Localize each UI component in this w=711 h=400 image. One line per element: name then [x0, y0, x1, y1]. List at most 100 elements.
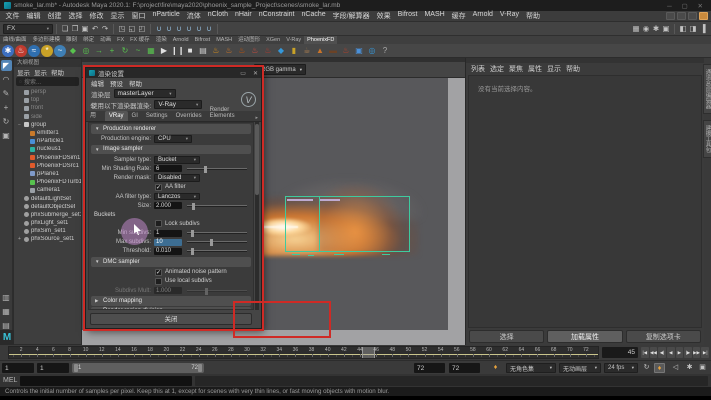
playback-options-icon[interactable]: ▣: [697, 363, 708, 373]
shelf-tab-渲染[interactable]: 渲染: [153, 36, 170, 44]
menu-item[interactable]: 选择: [65, 11, 86, 21]
slider-handle[interactable]: [191, 248, 194, 255]
playback-button-7[interactable]: ▶|: [701, 347, 709, 358]
loop-toggle-icon[interactable]: ↻: [641, 363, 652, 373]
renderer-dropdown[interactable]: V-Ray▾: [154, 100, 202, 109]
slider-handle[interactable]: [191, 230, 194, 237]
status-icon[interactable]: ◧: [678, 23, 688, 35]
cycle-icon[interactable]: ↻: [119, 45, 131, 57]
shelf-tab-绑定[interactable]: 绑定: [80, 36, 97, 44]
menu-item[interactable]: Arnold: [469, 11, 496, 21]
shelf-tab-多边形建模[interactable]: 多边形建模: [30, 36, 64, 44]
outliner-item-defaultObjectSet[interactable]: defaultObjectSet: [14, 203, 81, 211]
range-slider[interactable]: 1 72: [72, 363, 204, 373]
dropdown[interactable]: Lanczos▾: [154, 193, 200, 201]
ae-menu-聚焦[interactable]: 聚焦: [509, 64, 523, 74]
play-icon[interactable]: ▶: [158, 45, 170, 57]
dialog-scrollbar[interactable]: [255, 122, 259, 310]
nparticle-icon[interactable]: ✱: [2, 45, 14, 57]
section-header-DMC sampler[interactable]: ▼DMC sampler: [91, 257, 251, 267]
sound-toggle-icon[interactable]: ◁: [670, 363, 681, 373]
shelf-tab-XGen[interactable]: XGen: [263, 36, 283, 44]
phoenix-liquid-icon[interactable]: ◆: [275, 45, 287, 57]
menu-item[interactable]: nConstraint: [255, 11, 298, 21]
checkbox[interactable]: ✓: [155, 184, 162, 191]
section-header-Image sampler[interactable]: ▼Image sampler: [91, 145, 251, 155]
fire-preset-icon[interactable]: ♨: [15, 45, 27, 57]
menu-item[interactable]: 缓存: [448, 11, 469, 21]
phoenix-splash-icon[interactable]: ▲: [314, 45, 326, 57]
status-icon[interactable]: ↶: [90, 23, 100, 35]
time-ruler[interactable]: 2468101214161820222426283032343638404244…: [8, 346, 599, 359]
checkbox[interactable]: ✓: [155, 269, 162, 276]
slider-handle[interactable]: [192, 203, 195, 210]
playback-button-2[interactable]: ◀|: [658, 347, 666, 358]
status-icon[interactable]: ▣: [80, 23, 90, 35]
side-tab-建模工具包[interactable]: 建模工具包: [703, 120, 711, 158]
status-icon[interactable]: ∪: [194, 23, 204, 35]
dialog-tab-公用[interactable]: 公用: [86, 99, 105, 121]
outliner-item-front[interactable]: front: [14, 104, 81, 112]
phoenix-help-icon[interactable]: ?: [379, 45, 391, 57]
outliner-item-group[interactable]: −group: [14, 121, 81, 129]
close-button[interactable]: 关闭: [90, 313, 252, 325]
select-tool[interactable]: ◤: [1, 60, 12, 71]
window-controls[interactable]: ─ ▢ ✕: [667, 2, 707, 10]
playback-button-3[interactable]: ◀: [667, 347, 675, 358]
status-icon[interactable]: ∪: [154, 23, 164, 35]
status-icon[interactable]: ◳: [117, 23, 127, 35]
workspace-icon-2[interactable]: [677, 12, 686, 20]
menu-item[interactable]: 文件: [2, 11, 23, 21]
menu-item[interactable]: 显示: [107, 11, 128, 21]
shelf-tab-MASH[interactable]: MASH: [213, 36, 235, 44]
character-set-dropdown[interactable]: 无角色集▾: [506, 363, 556, 373]
window-control-2[interactable]: ✕: [698, 3, 707, 10]
menu-item[interactable]: MASH: [421, 11, 448, 21]
playback-button-5[interactable]: |▶: [684, 347, 692, 358]
layout-preset-0[interactable]: ▥: [1, 292, 12, 303]
lasso-tool[interactable]: ◠: [1, 74, 12, 85]
menu-item[interactable]: 创建: [44, 11, 65, 21]
dialog-window-button-1[interactable]: ✕: [253, 70, 258, 77]
dialog-tab-GI[interactable]: GI: [128, 111, 142, 121]
phoenix-fire5-icon[interactable]: ♨: [262, 45, 274, 57]
menu-item[interactable]: 字段/解算器: [329, 11, 373, 21]
dialog-title-bar[interactable]: 渲染设置 ▭✕: [86, 68, 261, 78]
shelf-tab-V-Ray[interactable]: V-Ray: [283, 36, 304, 44]
fps-dropdown[interactable]: 24 fps▾: [604, 363, 638, 373]
status-icon[interactable]: ◨: [688, 23, 698, 35]
workspace-icon-1[interactable]: [666, 12, 675, 20]
phoenix-coffee-icon[interactable]: ☕: [301, 45, 313, 57]
checkbox[interactable]: [155, 278, 162, 285]
smoke-preset-icon[interactable]: ~: [54, 45, 66, 57]
status-icon[interactable]: ▣: [661, 23, 671, 35]
outliner-item-nParticle1[interactable]: nParticle1: [14, 137, 81, 145]
outliner-item-top[interactable]: top: [14, 96, 81, 104]
shelf-tab-PhoenixFD[interactable]: PhoenixFD: [304, 36, 337, 44]
value-field[interactable]: 1: [154, 230, 182, 237]
tab-scroll-arrow[interactable]: ▸: [255, 115, 261, 121]
menu-item[interactable]: 帮助: [522, 11, 543, 21]
phoenix-barrel-icon[interactable]: ▮: [288, 45, 300, 57]
value-field[interactable]: 1.000: [154, 287, 182, 294]
outliner-menu-显示[interactable]: 显示: [34, 67, 47, 77]
ae-menu-显示[interactable]: 显示: [547, 64, 561, 74]
playback-start-field[interactable]: 1: [37, 363, 69, 373]
pause-icon[interactable]: ❙❙: [171, 45, 183, 57]
phoenix-donut-icon[interactable]: ◎: [366, 45, 378, 57]
section-header-Render region division[interactable]: ▼Render region division: [91, 307, 251, 310]
command-line-label[interactable]: MEL: [3, 377, 17, 384]
outliner-item-persp[interactable]: persp: [14, 88, 81, 96]
phoenix-fire3-icon[interactable]: ♨: [236, 45, 248, 57]
outliner-item-nucleus1[interactable]: nucleus1: [14, 145, 81, 153]
status-icon[interactable]: ✱: [651, 23, 661, 35]
value-field[interactable]: 0.010: [154, 248, 182, 255]
menu-item[interactable]: 修改: [86, 11, 107, 21]
shelf-tab-Arnold[interactable]: Arnold: [170, 36, 192, 44]
slider-handle[interactable]: [204, 166, 207, 173]
status-icon[interactable]: ❏: [60, 23, 70, 35]
ae-button-加载属性[interactable]: 加载属性: [547, 330, 622, 343]
menu-item[interactable]: 流体: [183, 11, 204, 21]
ae-menu-帮助[interactable]: 帮助: [566, 64, 580, 74]
tree-expander[interactable]: +: [17, 236, 22, 242]
